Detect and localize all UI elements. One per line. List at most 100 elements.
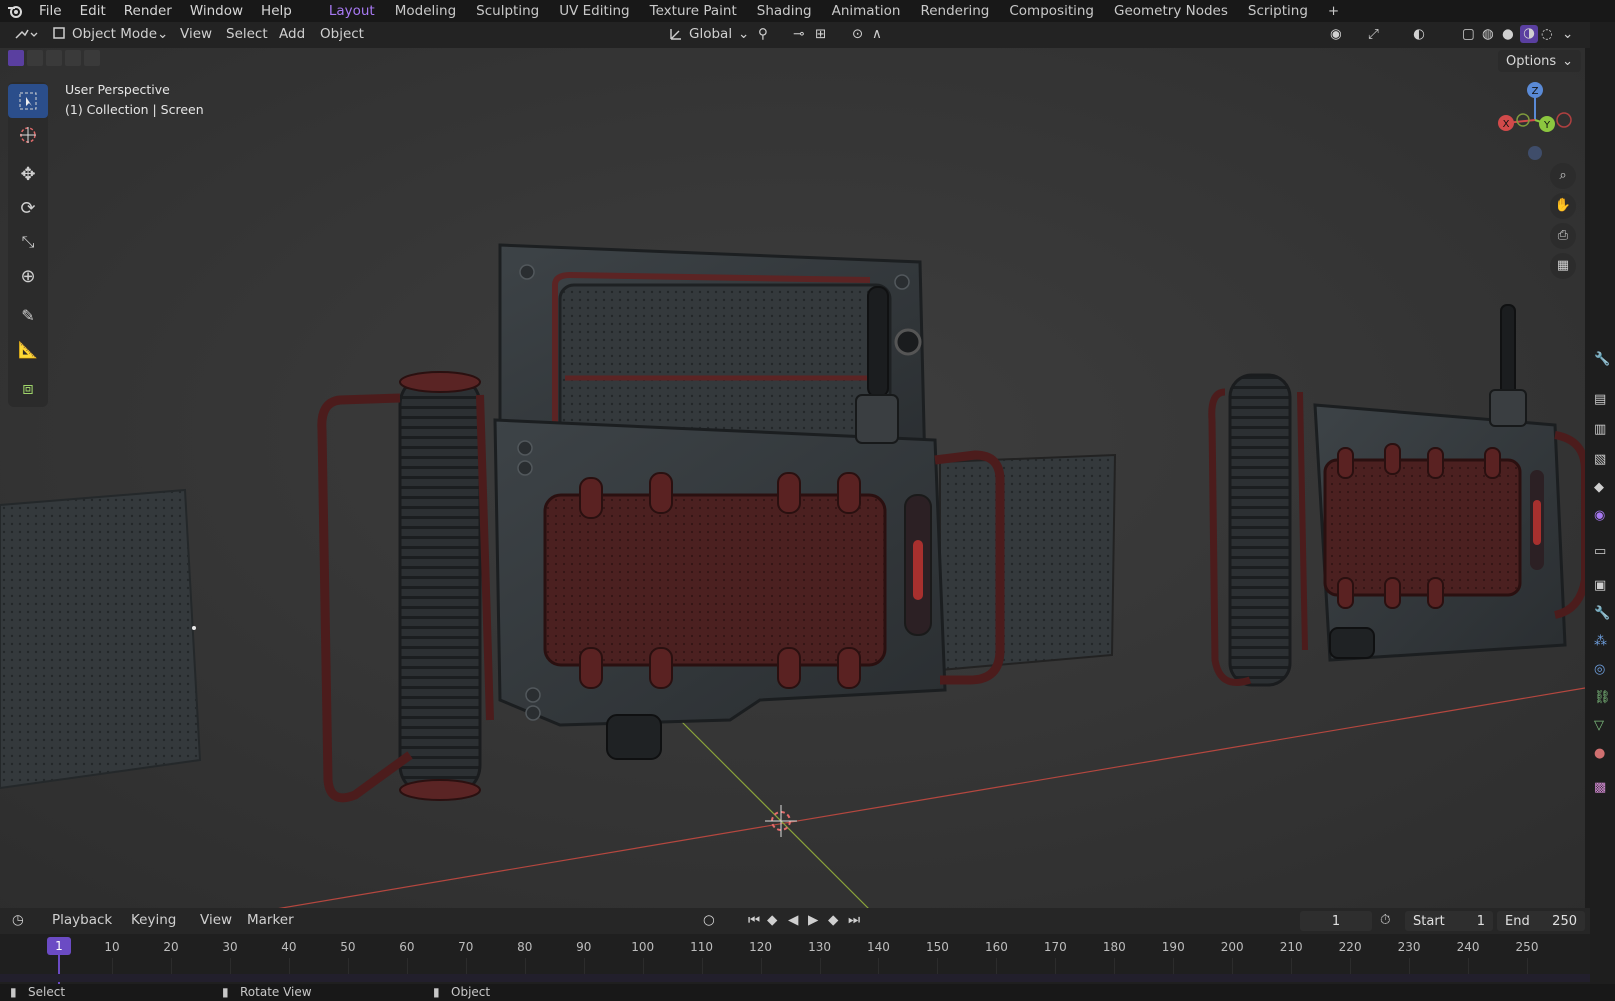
material-shading-icon[interactable]: ◑: [1520, 25, 1538, 43]
tab-rendering[interactable]: Rendering: [910, 3, 999, 19]
timeline-menu-keying[interactable]: Keying: [131, 912, 176, 928]
collection-tab-icon[interactable]: ▭: [1594, 544, 1606, 559]
add-workspace-button[interactable]: +: [1318, 3, 1349, 19]
tab-uv-editing[interactable]: UV Editing: [549, 3, 639, 19]
timeline-menu-playback[interactable]: Playback: [52, 912, 112, 928]
menu-render[interactable]: Render: [115, 3, 181, 19]
snap-icon[interactable]: ⊸: [793, 26, 804, 42]
texture-tab-icon[interactable]: ▩: [1594, 780, 1606, 795]
zoom-icon[interactable]: ⌕: [1550, 163, 1576, 189]
overlay-toggle-icon[interactable]: ◐: [1413, 26, 1425, 42]
viewport-perspective-label: User Perspective: [65, 82, 170, 97]
rendered-shading-icon[interactable]: ◌: [1541, 26, 1553, 42]
header-menu-view[interactable]: View: [180, 26, 212, 42]
timeline-menu-marker[interactable]: Marker: [247, 912, 294, 928]
world-tab-icon[interactable]: ◉: [1594, 508, 1605, 523]
tab-layout[interactable]: Layout: [319, 3, 385, 19]
physics-tab-icon[interactable]: ◎: [1594, 662, 1605, 677]
snap-target-icon[interactable]: ⊞: [815, 26, 826, 42]
camera-view-icon[interactable]: ⎙: [1550, 223, 1576, 249]
playhead-frame-indicator[interactable]: 1: [47, 937, 71, 955]
scene-tab-icon[interactable]: ◆: [1594, 480, 1604, 495]
tab-animation[interactable]: Animation: [822, 3, 911, 19]
editor-type-icon[interactable]: [14, 26, 38, 46]
select-intersect-icon[interactable]: [84, 50, 100, 66]
3d-viewport[interactable]: User Perspective (1) Collection | Screen…: [0, 48, 1585, 908]
start-frame-field[interactable]: Start 1: [1405, 911, 1493, 931]
frame-tick-label: 180: [1102, 940, 1126, 954]
proportional-edit-icon[interactable]: ⊙: [852, 26, 863, 42]
render-tab-icon[interactable]: ▤: [1594, 392, 1606, 407]
status-object-hint: Object: [451, 985, 491, 999]
header-menu-object[interactable]: Object: [320, 26, 364, 42]
tab-sculpting[interactable]: Sculpting: [466, 3, 549, 19]
options-dropdown[interactable]: Options ⌄: [1498, 50, 1582, 72]
tab-compositing[interactable]: Compositing: [999, 3, 1104, 19]
menu-file[interactable]: File: [30, 3, 71, 19]
transform-orientation-dropdown[interactable]: Global: [689, 26, 732, 42]
constraints-tab-icon[interactable]: ⛓: [1594, 690, 1611, 705]
timeline-menu-view[interactable]: View: [200, 912, 232, 928]
tab-modeling[interactable]: Modeling: [385, 3, 466, 19]
frame-tick-label: 150: [925, 940, 949, 954]
navigation-gizmo[interactable]: Z X Y: [1490, 78, 1580, 163]
timeline-area[interactable]: 10 20 30 40 50 60 70 80 90 100 110 120 130 140 150 160 1…: [0, 934, 1590, 984]
auto-keying-icon[interactable]: ○: [703, 912, 715, 928]
annotate-icon: ✎: [21, 305, 35, 325]
modifier-tab-icon[interactable]: 🔧: [1594, 606, 1610, 621]
xray-toggle-icon[interactable]: ▢: [1462, 26, 1475, 42]
select-box-tool[interactable]: [8, 84, 48, 118]
next-keyframe-icon[interactable]: ◆: [828, 912, 838, 928]
play-icon[interactable]: ▶: [808, 912, 818, 928]
tool-tab-icon[interactable]: 🔧: [1594, 352, 1610, 367]
select-extend-icon[interactable]: [27, 50, 43, 66]
stopwatch-icon[interactable]: ⏱: [1380, 912, 1391, 928]
mode-dropdown[interactable]: Object Mode: [72, 26, 157, 42]
select-invert-icon[interactable]: [65, 50, 81, 66]
pivot-point-icon[interactable]: ⚲: [758, 26, 768, 42]
play-reverse-icon[interactable]: ◀: [788, 912, 798, 928]
material-tab-icon[interactable]: ●: [1594, 746, 1605, 761]
select-subtract-icon[interactable]: [46, 50, 62, 66]
rotate-tool[interactable]: ⟳: [8, 191, 48, 225]
tab-scripting[interactable]: Scripting: [1238, 3, 1318, 19]
jump-start-icon[interactable]: ⏮: [748, 912, 760, 928]
timeline-editor-icon[interactable]: ◷: [12, 912, 24, 928]
move-tool[interactable]: ✥: [8, 157, 48, 191]
visibility-icon[interactable]: ◉: [1330, 26, 1342, 42]
wireframe-shading-icon[interactable]: ◍: [1482, 26, 1494, 42]
menu-window[interactable]: Window: [181, 3, 252, 19]
tab-shading[interactable]: Shading: [747, 3, 822, 19]
particles-tab-icon[interactable]: ⁂: [1594, 634, 1607, 649]
object-tab-icon[interactable]: ▣: [1594, 578, 1606, 593]
falloff-icon[interactable]: ∧: [872, 26, 882, 42]
jump-end-icon[interactable]: ⏭: [848, 912, 860, 928]
measure-tool[interactable]: 📐: [8, 332, 48, 366]
blender-logo-icon[interactable]: [0, 4, 30, 18]
solid-shading-icon[interactable]: ●: [1502, 26, 1514, 42]
menu-edit[interactable]: Edit: [71, 3, 115, 19]
menu-help[interactable]: Help: [252, 3, 301, 19]
annotate-tool[interactable]: ✎: [8, 298, 48, 332]
tab-geometry-nodes[interactable]: Geometry Nodes: [1104, 3, 1238, 19]
scale-tool[interactable]: ⤡: [8, 225, 48, 259]
transform-tool[interactable]: ⊕: [8, 259, 48, 293]
end-frame-field[interactable]: End 250: [1497, 911, 1585, 931]
gizmo-toggle-icon[interactable]: ⤢: [1368, 26, 1379, 42]
output-tab-icon[interactable]: ▥: [1594, 422, 1606, 437]
select-new-icon[interactable]: [8, 50, 24, 66]
add-cube-tool[interactable]: ⧈: [8, 371, 48, 405]
header-menu-add[interactable]: Add: [279, 26, 305, 42]
chevron-down-icon[interactable]: ⌄: [1562, 26, 1573, 42]
header-menu-select[interactable]: Select: [226, 26, 268, 42]
cursor-tool[interactable]: [8, 118, 48, 152]
gizmo-x-label: X: [1503, 119, 1510, 130]
pan-hand-icon[interactable]: ✋: [1550, 193, 1576, 219]
grid-projection-icon[interactable]: ▦: [1550, 253, 1576, 279]
frame-tick-label: 230: [1397, 940, 1421, 954]
data-tab-icon[interactable]: ▽: [1594, 718, 1604, 733]
current-frame-field[interactable]: 1: [1300, 911, 1372, 931]
view-layer-tab-icon[interactable]: ▧: [1594, 452, 1606, 467]
tab-texture-paint[interactable]: Texture Paint: [640, 3, 747, 19]
prev-keyframe-icon[interactable]: ◆: [767, 912, 777, 928]
